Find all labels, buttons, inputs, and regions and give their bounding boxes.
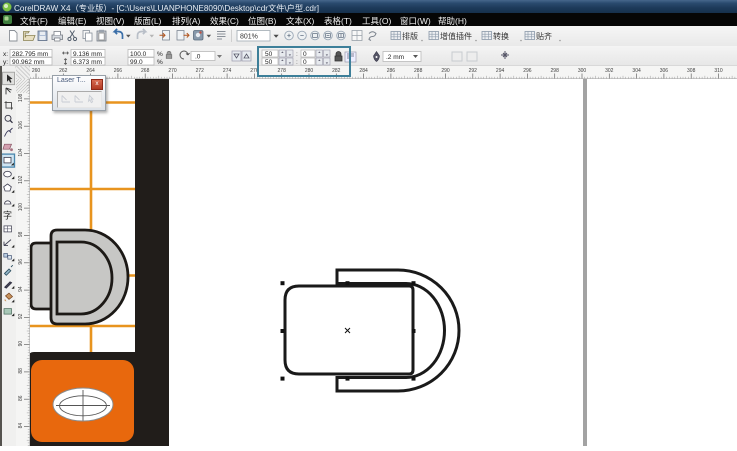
svg-text:292: 292 [469, 68, 478, 74]
svg-text:字: 字 [3, 210, 12, 221]
svg-text:262: 262 [59, 68, 68, 74]
svg-text:108: 108 [18, 94, 24, 103]
svg-text:%: % [157, 59, 163, 66]
svg-text:308: 308 [687, 68, 696, 74]
svg-text:100.0: 100.0 [130, 51, 147, 58]
svg-text:268: 268 [141, 68, 150, 74]
svg-text:282.795 mm: 282.795 mm [12, 51, 48, 58]
svg-text:296: 296 [523, 68, 532, 74]
svg-text:304: 304 [632, 68, 641, 74]
svg-text:310: 310 [714, 68, 723, 74]
svg-text:98: 98 [18, 231, 24, 237]
svg-text:90: 90 [18, 341, 24, 347]
svg-text:274: 274 [223, 68, 232, 74]
svg-text:288: 288 [414, 68, 423, 74]
svg-text:贴齐: 贴齐 [536, 31, 552, 41]
svg-text:x:: x: [3, 51, 8, 58]
svg-text:294: 294 [496, 68, 505, 74]
svg-text:84: 84 [18, 423, 24, 429]
svg-text:转换: 转换 [493, 31, 509, 41]
svg-text:290: 290 [441, 68, 450, 74]
svg-text:92: 92 [18, 313, 24, 319]
svg-text:300: 300 [578, 68, 587, 74]
svg-text:排版: 排版 [402, 31, 418, 41]
svg-text:106: 106 [18, 121, 24, 130]
svg-text:284: 284 [359, 68, 368, 74]
svg-text:302: 302 [605, 68, 614, 74]
svg-text:增值插件: 增值插件 [440, 31, 472, 41]
svg-text:801%: 801% [240, 33, 258, 40]
svg-text:%: % [157, 51, 163, 58]
svg-text:102: 102 [18, 175, 24, 184]
svg-text:99.0: 99.0 [130, 59, 143, 66]
svg-text:.0: .0 [195, 54, 201, 61]
svg-text:298: 298 [551, 68, 560, 74]
svg-text:100: 100 [18, 203, 24, 212]
svg-text:264: 264 [86, 68, 95, 74]
svg-text:286: 286 [387, 68, 396, 74]
svg-text:266: 266 [114, 68, 123, 74]
svg-text:96: 96 [18, 259, 24, 265]
svg-text:306: 306 [660, 68, 669, 74]
svg-text:270: 270 [168, 68, 177, 74]
svg-text:6.373 mm: 6.373 mm [73, 59, 102, 66]
svg-text:88: 88 [18, 368, 24, 374]
svg-text:90.962 mm: 90.962 mm [12, 59, 45, 66]
svg-text:9.136 mm: 9.136 mm [73, 51, 102, 58]
svg-text:94: 94 [18, 286, 24, 292]
svg-text:260: 260 [32, 68, 41, 74]
svg-text:.2 mm: .2 mm [386, 54, 404, 61]
svg-text:86: 86 [18, 395, 24, 401]
svg-text:272: 272 [196, 68, 205, 74]
svg-text:y:: y: [3, 59, 8, 66]
svg-text:104: 104 [18, 148, 24, 157]
